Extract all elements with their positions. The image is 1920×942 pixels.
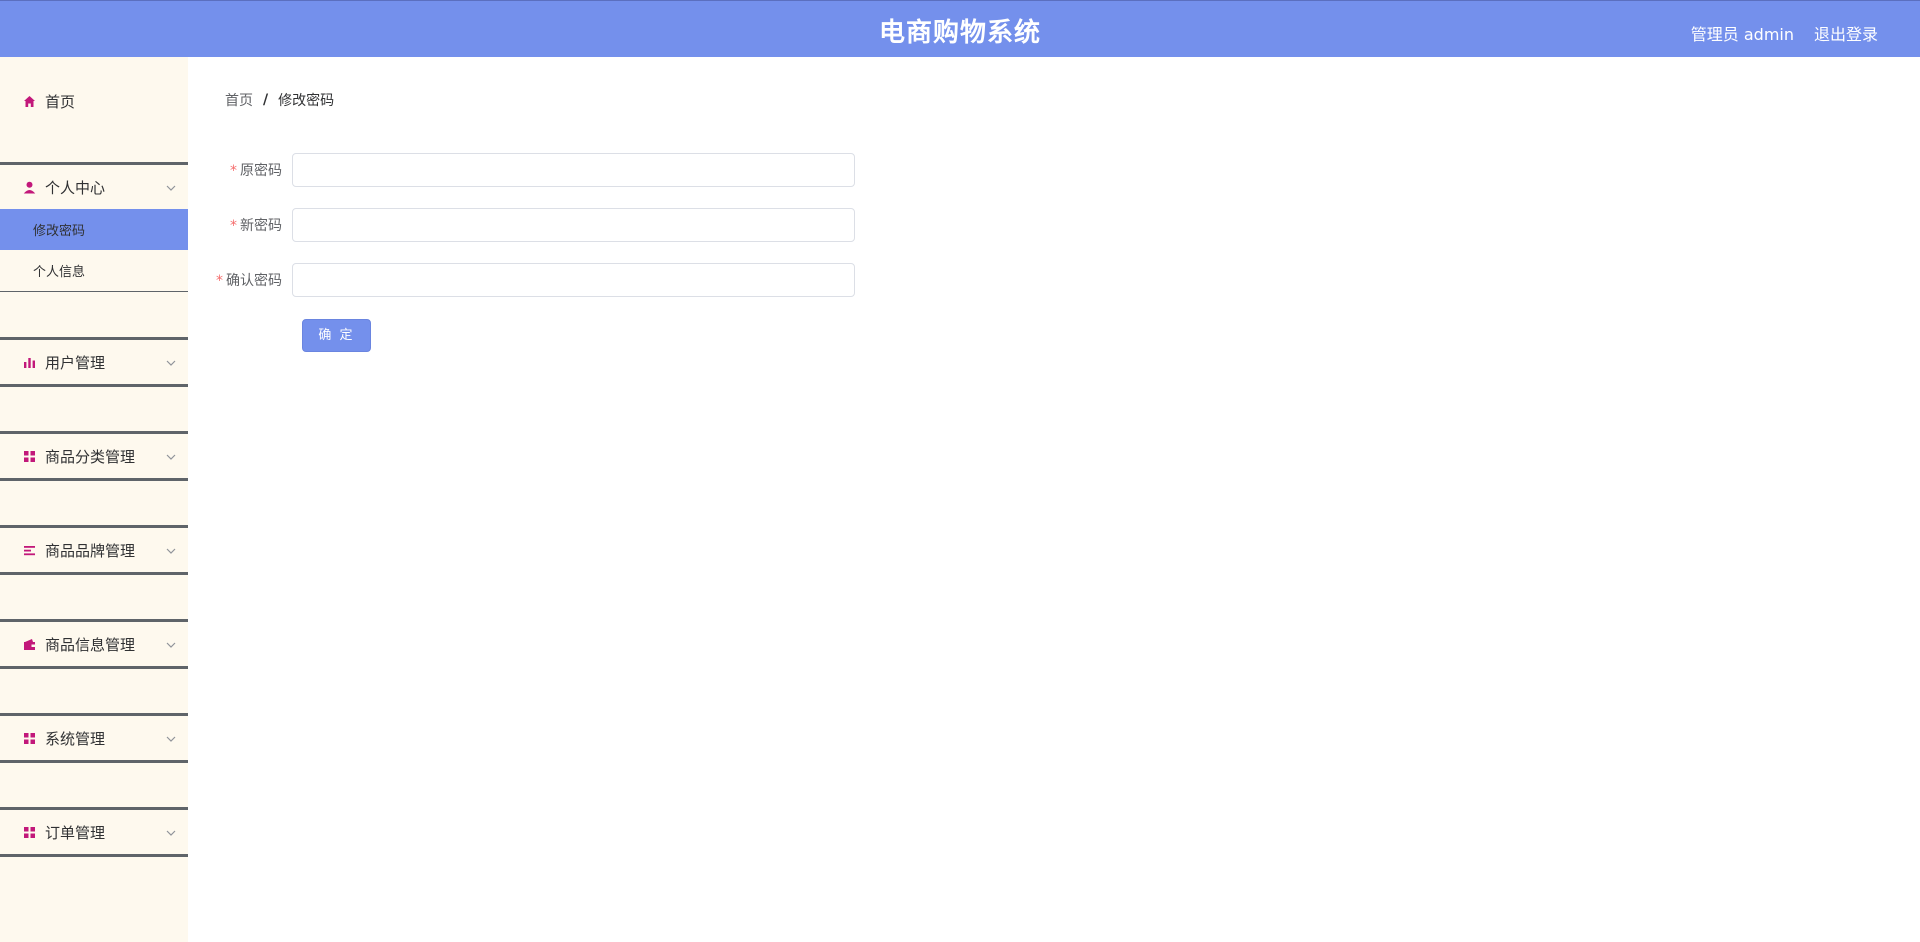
sidebar-item-home[interactable]: 首页 (0, 81, 188, 121)
menu-group-order-management: 订单管理 (0, 807, 188, 857)
user-icon (23, 181, 36, 194)
breadcrumb-separator: / (263, 92, 269, 108)
menu-personal-center-label: 个人中心 (45, 178, 106, 197)
menu-system-management-label: 系统管理 (45, 729, 106, 748)
chevron-down-icon (166, 452, 176, 462)
required-mark: * (230, 218, 237, 234)
sidebar-item-home-label: 首页 (45, 92, 76, 111)
chevron-down-icon (166, 828, 176, 838)
confirm-password-input[interactable] (292, 263, 855, 297)
bar-chart-icon (23, 356, 36, 369)
form-row-old-password: * 原密码 (200, 153, 855, 187)
old-password-label-text: 原密码 (240, 163, 282, 179)
wallet-icon (23, 638, 36, 651)
new-password-input[interactable] (292, 208, 855, 242)
menu-system-management[interactable]: 系统管理 (0, 713, 188, 763)
submenu-personal-center: 修改密码 个人信息 (0, 209, 188, 292)
menu-personal-center[interactable]: 个人中心 (0, 162, 188, 209)
menu-category-management[interactable]: 商品分类管理 (0, 431, 188, 481)
required-mark: * (216, 273, 223, 289)
menu-group-user-management: 用户管理 (0, 337, 188, 387)
list-icon (23, 544, 36, 557)
menu-product-management-label: 商品信息管理 (45, 635, 136, 654)
menu-brand-management[interactable]: 商品品牌管理 (0, 525, 188, 575)
menu-group-system-management: 系统管理 (0, 713, 188, 763)
logout-link[interactable]: 退出登录 (1814, 21, 1878, 45)
menu-brand-management-label: 商品品牌管理 (45, 541, 136, 560)
chevron-down-icon (166, 358, 176, 368)
form-row-confirm-password: * 确认密码 (200, 263, 855, 297)
current-user-label: 管理员 admin (1690, 25, 1794, 44)
menu-product-management[interactable]: 商品信息管理 (0, 619, 188, 669)
grid-icon (23, 826, 36, 839)
top-header: 电商购物系统 管理员 admin 退出登录 (0, 0, 1920, 57)
form-row-new-password: * 新密码 (200, 208, 855, 242)
confirm-password-label-text: 确认密码 (226, 273, 282, 289)
confirm-password-label: * 确认密码 (200, 270, 292, 290)
menu-user-management[interactable]: 用户管理 (0, 337, 188, 387)
home-icon (23, 95, 36, 108)
menu-order-management-label: 订单管理 (45, 823, 106, 842)
old-password-label: * 原密码 (200, 160, 292, 180)
menu-user-management-label: 用户管理 (45, 353, 106, 372)
required-mark: * (230, 163, 237, 179)
breadcrumb-home[interactable]: 首页 (225, 90, 253, 110)
grid-icon (23, 732, 36, 745)
submit-button[interactable]: 确 定 (302, 319, 371, 352)
app-title: 电商购物系统 (878, 18, 1041, 48)
new-password-label: * 新密码 (200, 215, 292, 235)
menu-order-management[interactable]: 订单管理 (0, 807, 188, 857)
breadcrumb-current: 修改密码 (278, 93, 335, 109)
menu-group-product-management: 商品信息管理 (0, 619, 188, 669)
menu-group-brand-management: 商品品牌管理 (0, 525, 188, 575)
menu-category-management-label: 商品分类管理 (45, 447, 136, 466)
chevron-down-icon (166, 640, 176, 650)
menu-group-personal-center: 个人中心 修改密码 个人信息 (0, 162, 188, 292)
menu-group-category-management: 商品分类管理 (0, 431, 188, 481)
old-password-input[interactable] (292, 153, 855, 187)
submenu-item-change-password[interactable]: 修改密码 (0, 209, 188, 250)
breadcrumb: 首页 / 修改密码 (225, 90, 334, 110)
chevron-down-icon (166, 734, 176, 744)
chevron-down-icon (166, 546, 176, 556)
chevron-down-icon (166, 183, 176, 193)
submenu-item-personal-info[interactable]: 个人信息 (0, 250, 188, 291)
new-password-label-text: 新密码 (240, 218, 282, 234)
grid-icon (23, 450, 36, 463)
sidebar: 首页 个人中心 修改密码 个人信息 用户管理 商品分类管理 商品品牌管理 商品信… (0, 57, 188, 942)
